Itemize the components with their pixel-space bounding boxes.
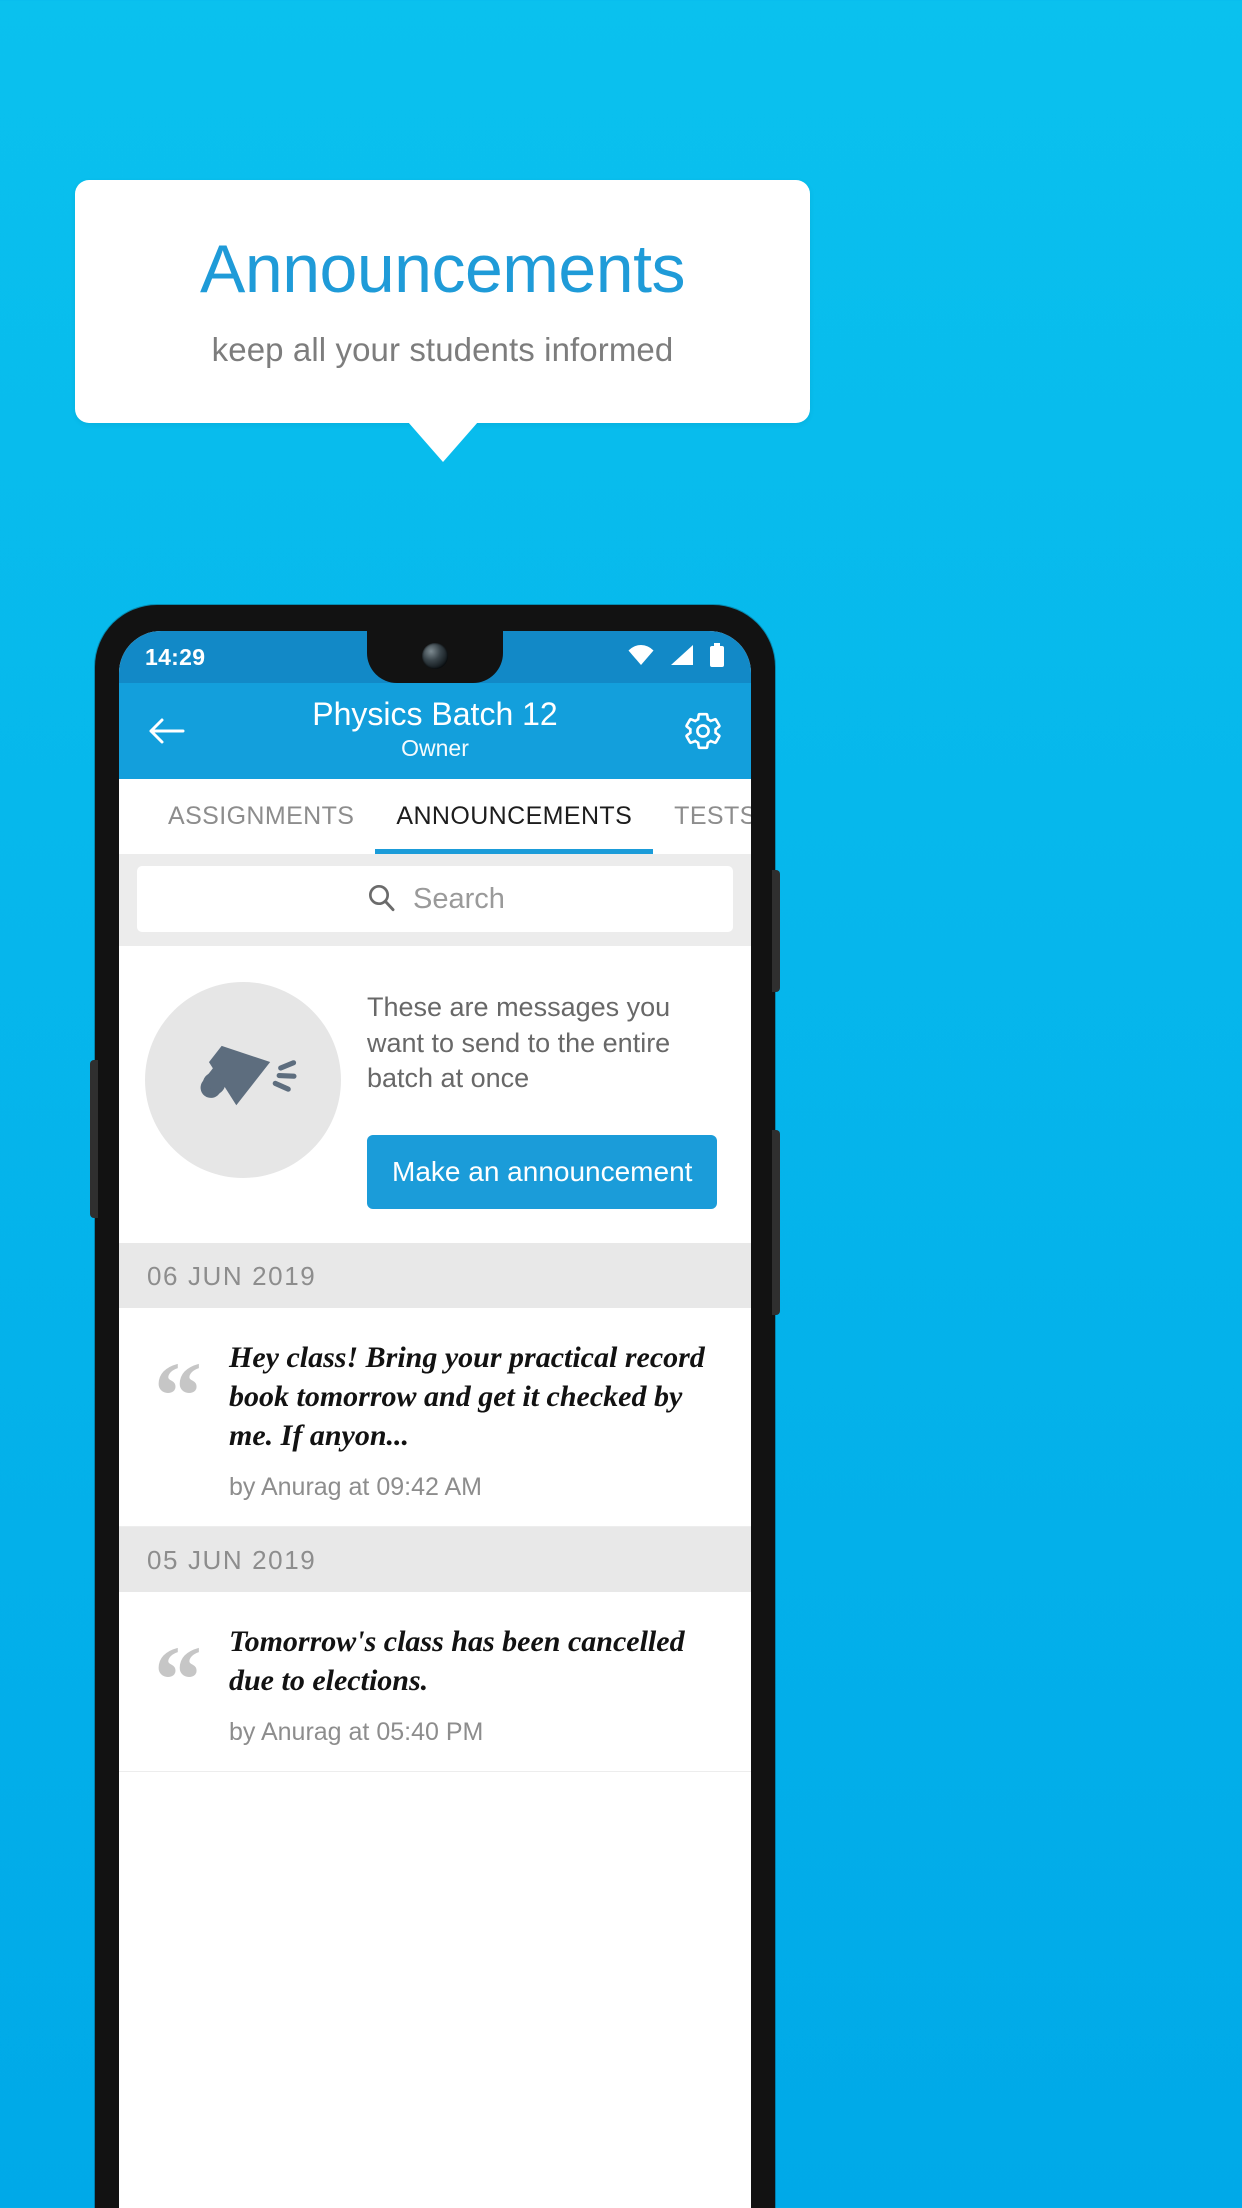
tab-bar: ASSIGNMENTS ANNOUNCEMENTS TESTS V xyxy=(119,779,751,854)
announcement-row[interactable]: “ Hey class! Bring your practical record… xyxy=(119,1307,751,1527)
settings-button[interactable] xyxy=(677,705,729,757)
page-subtitle: Owner xyxy=(401,734,469,761)
promo-card: Announcements keep all your students inf… xyxy=(75,180,810,423)
announcement-intro-card: These are messages you want to send to t… xyxy=(119,946,751,1243)
quote-icon: “ xyxy=(154,1625,202,1733)
phone-volume-button[interactable] xyxy=(772,870,780,992)
announcement-body: Tomorrow's class has been cancelled due … xyxy=(229,1620,727,1747)
search-section: Search xyxy=(119,854,751,946)
status-time: 14:29 xyxy=(145,643,206,670)
date-header: 05 JUN 2019 xyxy=(119,1526,751,1592)
promo-title: Announcements xyxy=(200,230,685,307)
announcement-text: Tomorrow's class has been cancelled due … xyxy=(229,1624,685,1697)
search-placeholder: Search xyxy=(413,882,505,915)
date-header: 06 JUN 2019 xyxy=(119,1242,751,1308)
tab-tests[interactable]: TESTS xyxy=(653,779,751,854)
phone-left-button[interactable] xyxy=(90,1060,98,1218)
front-camera-icon xyxy=(422,643,448,669)
battery-icon xyxy=(709,642,725,672)
megaphone-icon-circle xyxy=(145,982,341,1178)
phone-frame: 14:29 Physics Batch 12 Owner ASSIGNMENTS… xyxy=(90,605,780,2208)
announcement-intro-text: These are messages you want to send to t… xyxy=(367,992,671,1094)
app-bar-titles: Physics Batch 12 Owner xyxy=(193,696,677,762)
announcement-body: Hey class! Bring your practical record b… xyxy=(229,1336,727,1502)
tab-assignments[interactable]: ASSIGNMENTS xyxy=(147,779,375,854)
gear-icon xyxy=(685,712,721,750)
search-input[interactable]: Search xyxy=(137,866,733,932)
quote-icon: “ xyxy=(154,1341,202,1449)
make-announcement-button[interactable]: Make an announcement xyxy=(367,1134,718,1209)
announcement-row[interactable]: “ Tomorrow's class has been cancelled du… xyxy=(119,1591,751,1772)
wifi-icon xyxy=(627,644,655,671)
signal-icon xyxy=(669,644,695,671)
page-title: Physics Batch 12 xyxy=(312,695,558,732)
phone-power-button[interactable] xyxy=(772,1130,780,1315)
announcement-intro-content: These are messages you want to send to t… xyxy=(367,976,725,1209)
announcement-meta: by Anurag at 09:42 AM xyxy=(229,1472,482,1501)
announcement-text: Hey class! Bring your practical record b… xyxy=(229,1340,705,1452)
megaphone-icon xyxy=(200,1045,297,1106)
tab-announcements[interactable]: ANNOUNCEMENTS xyxy=(375,779,653,854)
search-icon xyxy=(365,881,397,918)
app-bar: Physics Batch 12 Owner xyxy=(119,683,751,779)
announcement-meta: by Anurag at 05:40 PM xyxy=(229,1717,484,1746)
promo-subtitle: keep all your students informed xyxy=(211,331,674,369)
back-arrow-icon xyxy=(149,718,185,744)
back-button[interactable] xyxy=(141,705,193,757)
status-icons xyxy=(627,642,725,672)
promo-card-tail xyxy=(408,422,478,462)
phone-screen: 14:29 Physics Batch 12 Owner ASSIGNMENTS… xyxy=(119,631,751,2208)
